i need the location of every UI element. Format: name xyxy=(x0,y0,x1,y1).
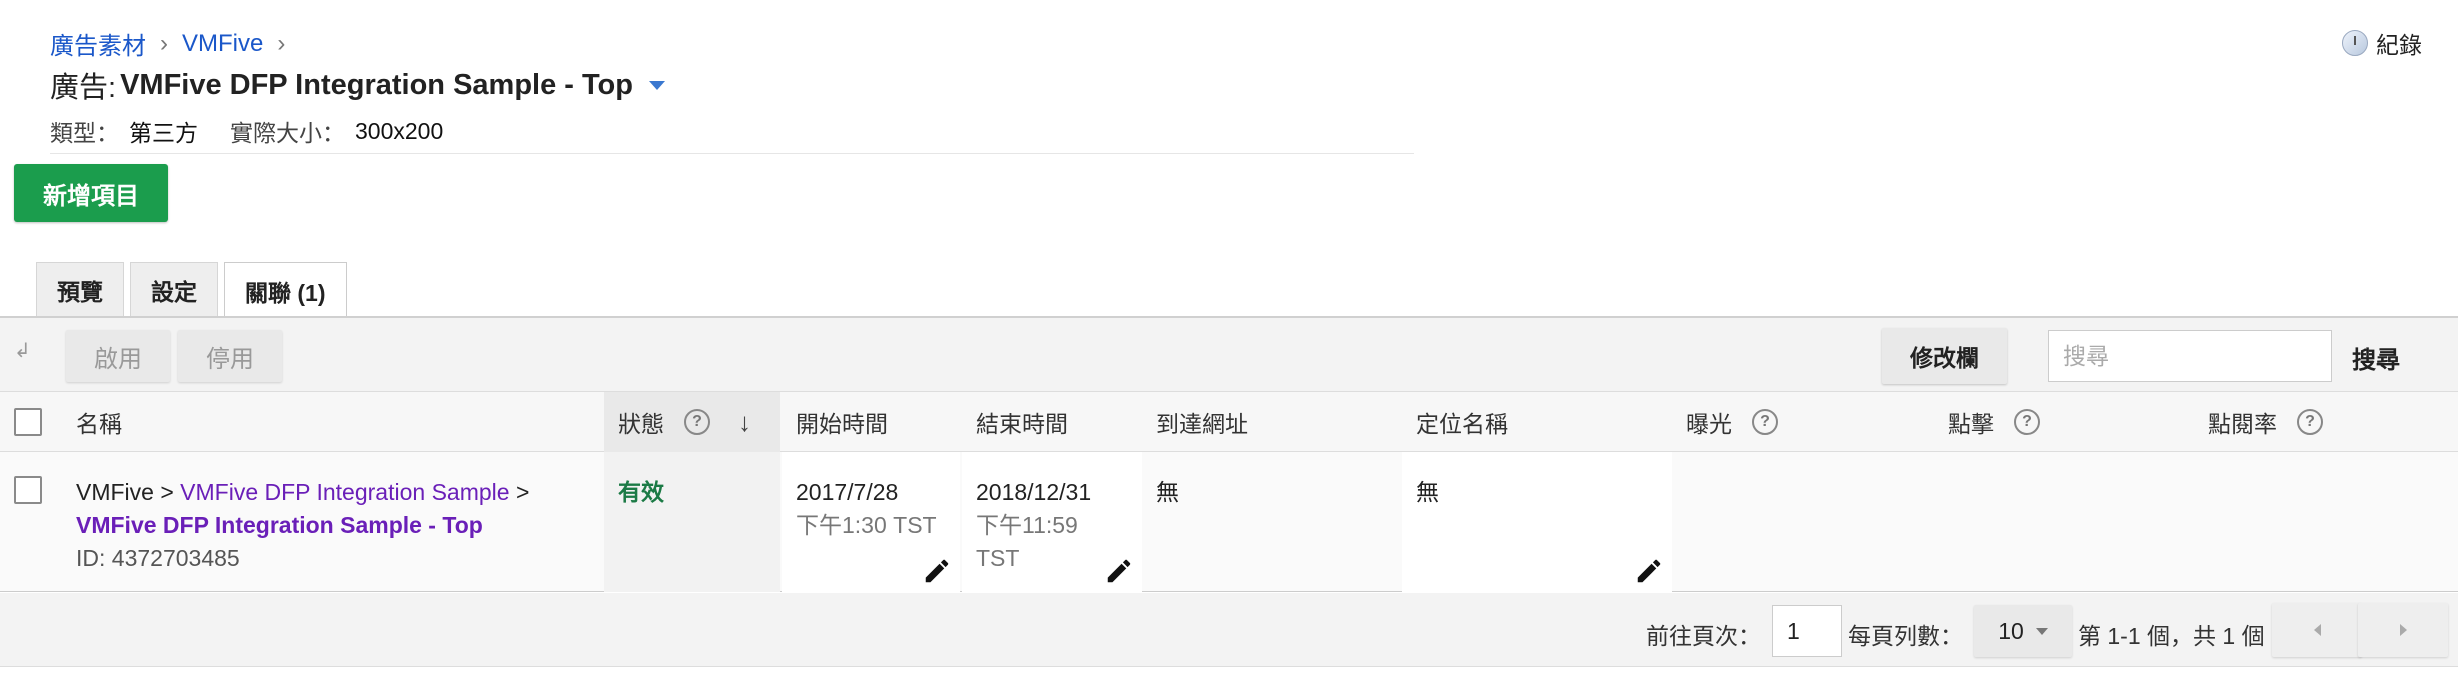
pagination-bar: 前往頁次： 1 每頁列數： 10 第 1-1 個，共 1 個 xyxy=(0,593,2458,667)
row-select-cell xyxy=(14,452,42,592)
row-checkbox[interactable] xyxy=(14,476,42,504)
header-divider xyxy=(50,153,1414,154)
title-dropdown-icon[interactable] xyxy=(649,80,665,90)
edit-pencil-icon[interactable] xyxy=(922,556,952,586)
select-all-cell xyxy=(14,392,42,452)
target-value: 無 xyxy=(1416,479,1439,505)
edit-pencil-icon[interactable] xyxy=(1104,556,1134,586)
breadcrumb-vmfive-link[interactable]: VMFive xyxy=(182,30,263,58)
page-title: 廣告: VMFive DFP Integration Sample - Top xyxy=(50,64,665,106)
breadcrumb-separator: › xyxy=(277,29,286,57)
row-id: ID: 4372703485 xyxy=(76,545,240,571)
breadcrumb-creatives-link[interactable]: 廣告素材 xyxy=(50,26,146,61)
name-cell: VMFive > VMFive DFP Integration Sample >… xyxy=(76,452,604,592)
size-value: 300x200 xyxy=(355,117,444,144)
url-value: 無 xyxy=(1156,479,1179,505)
history-link[interactable]: 紀錄 xyxy=(2342,26,2422,60)
enable-button[interactable]: 啟用 xyxy=(66,330,170,382)
edit-pencil-icon[interactable] xyxy=(1634,556,1664,586)
column-header-name[interactable]: 名稱 xyxy=(76,392,122,452)
table-toolbar: ↲ 啟用 停用 修改欄 搜尋 xyxy=(0,318,2458,392)
url-cell: 無 xyxy=(1156,452,1400,592)
goto-page-label: 前往頁次： xyxy=(1646,623,1761,649)
chevron-left-icon xyxy=(2313,624,2321,636)
name-line-1: VMFive > VMFive DFP Integration Sample > xyxy=(76,476,604,509)
name-prefix: VMFive > xyxy=(76,479,174,505)
column-header-start[interactable]: 開始時間 xyxy=(796,392,888,452)
tab-bar: 預覽 設定 關聯 (1) xyxy=(36,262,347,318)
page-title-name: VMFive DFP Integration Sample - Top xyxy=(120,68,633,101)
column-header-clicks-label: 點擊 xyxy=(1948,411,1994,437)
search-button[interactable]: 搜尋 xyxy=(2352,340,2400,375)
table-header: 名稱 狀態 ? ↓ 開始時間 結束時間 到達網址 定位名稱 曝光 ? 點擊 ? … xyxy=(0,392,2458,452)
help-icon[interactable]: ? xyxy=(2014,409,2040,435)
column-header-impressions[interactable]: 曝光 ? xyxy=(1686,392,1778,452)
column-header-status-label: 狀態 xyxy=(618,411,664,437)
start-date: 2017/7/28 xyxy=(796,479,899,505)
end-date: 2018/12/31 xyxy=(976,479,1092,505)
column-header-target[interactable]: 定位名稱 xyxy=(1416,392,1508,452)
type-value: 第三方 xyxy=(129,120,198,146)
undo-icon[interactable]: ↲ xyxy=(14,338,31,363)
status-badge: 有效 xyxy=(618,479,664,505)
breadcrumb-separator: › xyxy=(160,29,168,57)
start-time-cell: 2017/7/28 下午1:30 TST xyxy=(782,452,960,592)
breadcrumb: 廣告素材 › VMFive › xyxy=(50,26,285,61)
column-header-ctr[interactable]: 點閱率 ? xyxy=(2208,392,2323,452)
page-title-prefix: 廣告: xyxy=(50,72,117,104)
target-cell: 無 xyxy=(1402,452,1672,592)
history-label: 紀錄 xyxy=(2376,32,2422,58)
rows-per-page-label: 每頁列數： xyxy=(1848,623,1963,649)
search-input[interactable] xyxy=(2048,330,2332,382)
disable-button[interactable]: 停用 xyxy=(178,330,282,382)
help-icon[interactable]: ? xyxy=(1752,409,1778,435)
creative-meta: 類型： 第三方 實際大小： 300x200 xyxy=(50,114,465,148)
column-header-clicks[interactable]: 點擊 ? xyxy=(1948,392,2040,452)
column-header-url[interactable]: 到達網址 xyxy=(1156,392,1248,452)
creative-link[interactable]: VMFive DFP Integration Sample - Top xyxy=(76,509,604,542)
page-number-input[interactable]: 1 xyxy=(1772,605,1842,657)
clock-icon xyxy=(2342,30,2368,56)
status-cell: 有效 xyxy=(604,452,780,592)
column-header-status[interactable]: 狀態 ? ↓ xyxy=(604,392,780,452)
end-time-cell: 2018/12/31 下午11:59 TST xyxy=(962,452,1142,592)
tab-preview[interactable]: 預覽 xyxy=(36,262,124,316)
column-header-impressions-label: 曝光 xyxy=(1686,411,1732,437)
edit-columns-button[interactable]: 修改欄 xyxy=(1882,328,2007,384)
add-item-button[interactable]: 新增項目 xyxy=(14,164,168,222)
chevron-down-icon xyxy=(2035,627,2048,635)
size-label: 實際大小： xyxy=(230,120,345,146)
end-time: 下午11:59 xyxy=(976,512,1078,538)
column-header-ctr-label: 點閱率 xyxy=(2208,411,2277,437)
name-separator: > xyxy=(515,479,530,505)
tab-associations[interactable]: 關聯 (1) xyxy=(224,262,347,318)
previous-page-button[interactable] xyxy=(2272,603,2362,657)
next-page-button[interactable] xyxy=(2358,603,2448,657)
help-icon[interactable]: ? xyxy=(2297,409,2323,435)
sort-down-icon[interactable]: ↓ xyxy=(738,407,751,438)
help-icon[interactable]: ? xyxy=(684,409,710,435)
rows-per-page-value: 10 xyxy=(1998,617,2024,644)
select-all-checkbox[interactable] xyxy=(14,408,42,436)
table-row: VMFive > VMFive DFP Integration Sample >… xyxy=(0,452,2458,592)
line-item-link[interactable]: VMFive DFP Integration Sample xyxy=(180,479,509,505)
column-header-end[interactable]: 結束時間 xyxy=(976,392,1068,452)
rows-per-page-select[interactable]: 10 xyxy=(1974,605,2072,657)
pagination-summary: 第 1-1 個，共 1 個 xyxy=(2078,623,2265,649)
start-time: 下午1:30 TST xyxy=(796,512,937,538)
chevron-right-icon xyxy=(2399,624,2407,636)
type-label: 類型： xyxy=(50,120,119,146)
tab-settings[interactable]: 設定 xyxy=(130,262,218,316)
